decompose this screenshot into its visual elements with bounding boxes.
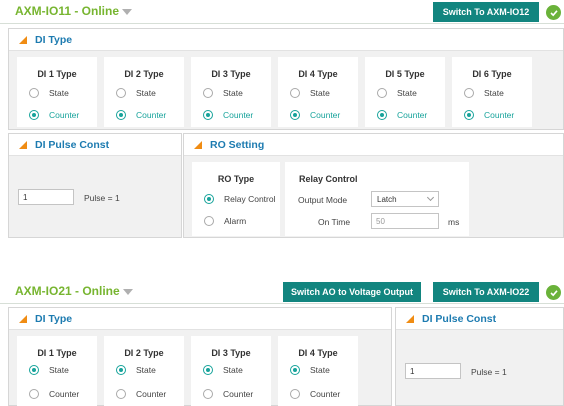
dropdown-caret-icon[interactable] <box>122 8 133 15</box>
card-title: Relay Control <box>299 174 358 184</box>
panel-header: RO Setting <box>184 134 563 156</box>
ro-type-card: RO Type Relay Control Alarm <box>192 162 280 236</box>
panel-title: DI Pulse Const <box>35 138 110 151</box>
di5-type-card: DI 5 Type State Counter <box>365 57 445 127</box>
relay-control-radio[interactable]: Relay Control <box>204 193 276 205</box>
pulse-unit-label: Pulse = 1 <box>471 367 507 377</box>
di2-state-radio[interactable]: State <box>116 364 156 376</box>
output-mode-select[interactable]: Latch <box>371 191 439 207</box>
di4-counter-radio[interactable]: Counter <box>290 109 340 121</box>
di2-counter-radio[interactable]: Counter <box>116 109 166 121</box>
relay-control-card: Relay Control Output Mode Latch On Time … <box>285 162 469 236</box>
section-triangle-icon <box>19 35 27 44</box>
di4-state-radio[interactable]: State <box>290 364 330 376</box>
module-name: AXM-IO21 - Online <box>15 284 120 298</box>
di6-type-card: DI 6 Type State Counter <box>452 57 532 127</box>
di3-state-radio[interactable]: State <box>203 87 243 99</box>
di1-state-radio[interactable]: State <box>29 364 69 376</box>
card-title: DI 4 Type <box>298 69 338 79</box>
ro-setting-panel: RO Setting RO Type Relay Control Alarm R… <box>183 133 564 238</box>
module-header-io21: AXM-IO21 - Online Switch AO to Voltage O… <box>0 280 564 304</box>
di5-counter-radio[interactable]: Counter <box>377 109 427 121</box>
card-title: DI 2 Type <box>124 69 164 79</box>
di1-counter-radio[interactable]: Counter <box>29 109 79 121</box>
di3-type-card: DI 3 Type State Counter <box>191 57 271 127</box>
card-title: DI 5 Type <box>385 69 425 79</box>
di2-state-radio[interactable]: State <box>116 87 156 99</box>
module-name: AXM-IO11 - Online <box>15 4 120 18</box>
online-check-icon <box>546 5 561 20</box>
card-title: RO Type <box>217 174 255 184</box>
di4-state-radio[interactable]: State <box>290 87 330 99</box>
di6-state-radio[interactable]: State <box>464 87 504 99</box>
di-pulse-const-panel: DI Pulse Const 1 Pulse = 1 <box>8 133 182 238</box>
di3-state-radio[interactable]: State <box>203 364 243 376</box>
section-triangle-icon <box>19 314 27 323</box>
di2-type-card: DI 2 Type State Counter <box>104 336 184 406</box>
panel-header: DI Pulse Const <box>9 134 181 156</box>
switch-to-io12-button[interactable]: Switch To AXM-IO12 <box>433 2 539 22</box>
di1-type-card: DI 1 Type State Counter <box>17 57 97 127</box>
di1-type-card: DI 1 Type State Counter <box>17 336 97 406</box>
card-title: DI 4 Type <box>298 348 338 358</box>
di4-type-card: DI 4 Type State Counter <box>278 336 358 406</box>
panel-title: DI Pulse Const <box>422 312 497 325</box>
module-header-io11: AXM-IO11 - Online Switch To AXM-IO12 <box>0 0 564 24</box>
di1-state-radio[interactable]: State <box>29 87 69 99</box>
module-title[interactable]: AXM-IO21 - Online <box>15 284 133 298</box>
di3-type-card: DI 3 Type State Counter <box>191 336 271 406</box>
card-title: DI 3 Type <box>211 69 251 79</box>
panel-title: DI Type <box>35 33 73 46</box>
card-title: DI 1 Type <box>37 348 77 358</box>
on-time-input[interactable]: 50 <box>371 213 439 229</box>
card-title: DI 6 Type <box>472 69 512 79</box>
panel-header: DI Type <box>9 308 391 330</box>
switch-ao-voltage-button[interactable]: Switch AO to Voltage Output <box>283 282 421 302</box>
switch-to-io22-button[interactable]: Switch To AXM-IO22 <box>433 282 539 302</box>
section-triangle-icon <box>406 314 414 323</box>
panel-header: DI Pulse Const <box>396 308 563 330</box>
di4-type-card: DI 4 Type State Counter <box>278 57 358 127</box>
di-type-panel: DI Type DI 1 Type State Counter DI 2 Typ… <box>8 28 564 130</box>
pulse-const-input[interactable]: 1 <box>18 189 74 205</box>
card-title: DI 1 Type <box>37 69 77 79</box>
di2-type-card: DI 2 Type State Counter <box>104 57 184 127</box>
card-title: DI 3 Type <box>211 348 251 358</box>
chevron-down-icon <box>426 193 435 202</box>
card-title: DI 2 Type <box>124 348 164 358</box>
di5-state-radio[interactable]: State <box>377 87 417 99</box>
panel-header: DI Type <box>9 29 563 51</box>
di3-counter-radio[interactable]: Counter <box>203 388 253 400</box>
di2-counter-radio[interactable]: Counter <box>116 388 166 400</box>
on-time-unit: ms <box>448 217 460 227</box>
di-pulse-const-panel: DI Pulse Const 1 Pulse = 1 <box>395 307 564 406</box>
alarm-radio[interactable]: Alarm <box>204 215 246 227</box>
output-mode-label: Output Mode <box>298 195 348 205</box>
di1-counter-radio[interactable]: Counter <box>29 388 79 400</box>
on-time-label: On Time <box>318 217 351 227</box>
di6-counter-radio[interactable]: Counter <box>464 109 514 121</box>
di3-counter-radio[interactable]: Counter <box>203 109 253 121</box>
panel-title: DI Type <box>35 312 73 325</box>
section-triangle-icon <box>194 140 202 149</box>
panel-title: RO Setting <box>210 138 265 151</box>
section-triangle-icon <box>19 140 27 149</box>
module-title[interactable]: AXM-IO11 - Online <box>15 4 133 18</box>
online-check-icon <box>546 285 561 300</box>
pulse-const-input[interactable]: 1 <box>405 363 461 379</box>
pulse-unit-label: Pulse = 1 <box>84 193 120 203</box>
di-type-panel: DI Type DI 1 Type State Counter DI 2 Typ… <box>8 307 392 406</box>
di4-counter-radio[interactable]: Counter <box>290 388 340 400</box>
dropdown-caret-icon[interactable] <box>122 288 133 295</box>
